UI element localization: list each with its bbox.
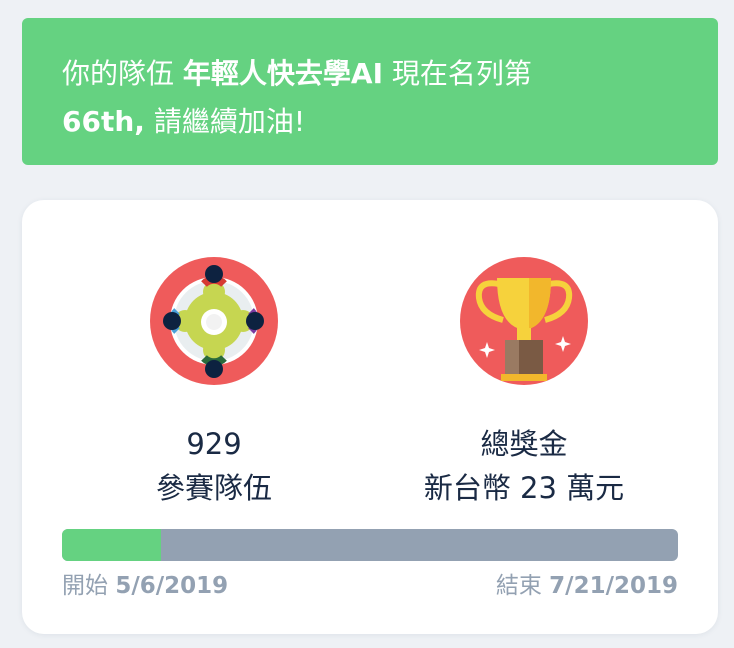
prize-amount: 新台幣 23 萬元 xyxy=(423,471,625,505)
trophy-icon xyxy=(460,257,588,385)
banner-suffix: 請繼續加油! xyxy=(153,105,306,138)
prize-title: 總獎金 xyxy=(480,427,568,461)
banner-line-1: 你的隊伍 年輕人快去學AI 現在名列第 xyxy=(62,50,678,98)
teams-count: 929 xyxy=(186,427,242,461)
start-label: 開始 xyxy=(62,573,108,599)
start-date: 開始 5/6/2019 xyxy=(62,566,228,600)
banner-middle: 現在名列第 xyxy=(391,57,532,90)
team-rank-banner: 你的隊伍 年輕人快去學AI 現在名列第 66th, 請繼續加油! xyxy=(22,18,718,165)
teams-label: 參賽隊伍 xyxy=(155,471,272,505)
progress-fill xyxy=(62,529,161,561)
banner-line-2: 66th, 請繼續加油! xyxy=(62,98,678,146)
prize-stat: 總獎金 新台幣 23 萬元 xyxy=(364,256,684,510)
competition-progress-bar xyxy=(62,529,678,561)
teams-stat: 929 參賽隊伍 xyxy=(54,256,374,510)
teams-icon xyxy=(150,257,278,385)
competition-info-card: 929 參賽隊伍 總獎金 新台幣 23 萬元 開始 5/6/2019 結束 7/… xyxy=(22,200,718,634)
end-date: 結束 7/21/2019 xyxy=(496,566,678,600)
banner-prefix: 你的隊伍 xyxy=(62,57,175,90)
team-rank: 66th, xyxy=(62,105,145,138)
team-name: 年輕人快去學AI xyxy=(182,57,384,90)
start-date-value: 5/6/2019 xyxy=(115,573,229,599)
end-label: 結束 xyxy=(495,573,542,599)
end-date-value: 7/21/2019 xyxy=(549,573,678,599)
